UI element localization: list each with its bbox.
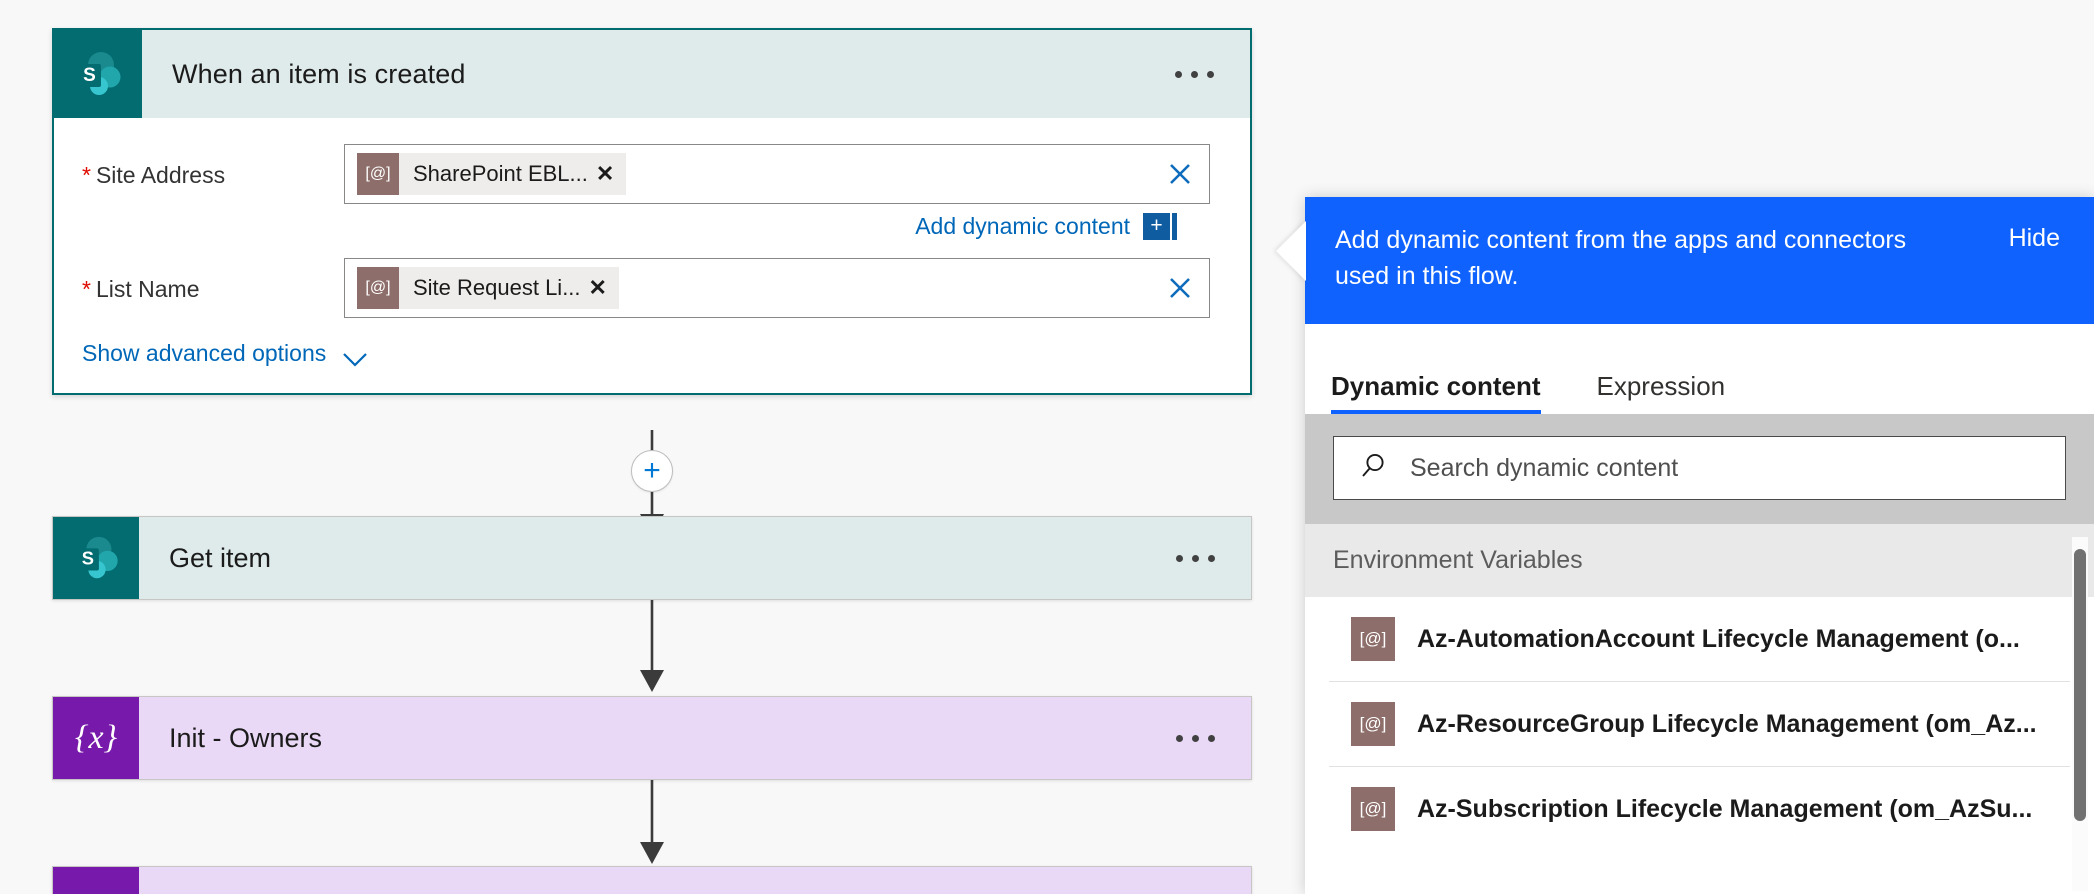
- list-item-label: Az-Subscription Lifecycle Management (om…: [1417, 795, 2032, 824]
- field-wrap-list-name: [@] Site Request Li... ✕: [344, 258, 1250, 318]
- token-label: Site Request Li...: [399, 275, 587, 301]
- dynamic-token-icon: [@]: [1351, 787, 1395, 831]
- dot-1: [1176, 735, 1183, 742]
- tab-expression[interactable]: Expression: [1597, 371, 1726, 414]
- token-remove-icon[interactable]: ✕: [594, 161, 626, 187]
- add-dynamic-content-link[interactable]: Add dynamic content: [915, 213, 1130, 240]
- list-item-label: Az-ResourceGroup Lifecycle Management (o…: [1417, 710, 2037, 739]
- step-card-title: [139, 867, 1251, 894]
- token-list-name[interactable]: [@] Site Request Li... ✕: [357, 267, 619, 309]
- list-name-clear-icon[interactable]: [1165, 273, 1195, 303]
- add-dynamic-content-plus-button[interactable]: +: [1143, 213, 1170, 240]
- variable-braces-icon: {x}: [53, 867, 139, 894]
- token-remove-icon[interactable]: ✕: [587, 275, 619, 301]
- plus-icon: +: [643, 457, 661, 485]
- list-item-label: Az-AutomationAccount Lifecycle Managemen…: [1417, 625, 2020, 654]
- step-card-more-menu[interactable]: [1176, 517, 1251, 599]
- step-card-title: Init - Owners: [139, 697, 1176, 779]
- panel-scrollbar-thumb[interactable]: [2074, 549, 2086, 821]
- form-row-list-name: * List Name [@] Site Request Li... ✕: [54, 240, 1250, 318]
- required-asterisk: *: [82, 162, 91, 187]
- connector-init-owners-to-next: [0, 780, 1300, 866]
- list-name-input[interactable]: [@] Site Request Li... ✕: [344, 258, 1210, 318]
- site-address-input[interactable]: [@] SharePoint EBL... ✕: [344, 144, 1210, 204]
- list-item[interactable]: [@] Az-AutomationAccount Lifecycle Manag…: [1329, 597, 2070, 682]
- trigger-card-more-menu[interactable]: [1175, 30, 1250, 118]
- token-site-address[interactable]: [@] SharePoint EBL... ✕: [357, 153, 626, 195]
- dynamic-content-panel: Add dynamic content from the apps and co…: [1305, 197, 2094, 894]
- variable-glyph: {x}: [75, 889, 117, 894]
- show-advanced-options-toggle[interactable]: Show advanced options: [54, 318, 1250, 367]
- panel-pointer-arrow: [1276, 221, 1306, 281]
- insert-step-button[interactable]: +: [631, 450, 673, 492]
- token-badge-icon: [@]: [357, 153, 399, 195]
- field-wrap-site-address: [@] SharePoint EBL... ✕: [344, 144, 1250, 240]
- svg-text:S: S: [83, 65, 96, 86]
- dynamic-token-icon: [@]: [1351, 617, 1395, 661]
- banner-hide-button[interactable]: Hide: [2009, 223, 2060, 253]
- label-list-name: * List Name: [54, 258, 344, 303]
- search-band: Search dynamic content: [1305, 414, 2094, 524]
- dynamic-content-tabs: Dynamic content Expression: [1305, 324, 2094, 414]
- group-header-environment-variables: Environment Variables: [1305, 524, 2094, 597]
- dynamic-token-icon: [@]: [1351, 702, 1395, 746]
- dot-3: [1207, 71, 1214, 78]
- label-list-name-text: List Name: [96, 276, 200, 303]
- required-asterisk: *: [82, 276, 91, 301]
- variable-glyph: {x}: [75, 719, 117, 757]
- sharepoint-icon: S: [53, 517, 139, 599]
- token-label: SharePoint EBL...: [399, 161, 594, 187]
- dot-3: [1208, 735, 1215, 742]
- list-item[interactable]: [@] Az-Subscription Lifecycle Management…: [1329, 767, 2070, 851]
- label-site-address-text: Site Address: [96, 162, 225, 189]
- dot-2: [1192, 735, 1199, 742]
- flow-canvas: S When an item is created * Site Address: [0, 0, 1300, 894]
- dot-2: [1192, 555, 1199, 562]
- add-dynamic-content-row: Add dynamic content +: [344, 213, 1210, 240]
- dot-3: [1208, 555, 1215, 562]
- dot-1: [1176, 555, 1183, 562]
- trigger-card-body: * Site Address [@] SharePoint EBL... ✕: [54, 118, 1250, 393]
- sharepoint-icon: S: [54, 30, 142, 118]
- trigger-card-header[interactable]: S When an item is created: [54, 30, 1250, 118]
- dot-1: [1175, 71, 1182, 78]
- panel-scrollbar[interactable]: [2072, 537, 2088, 891]
- banner-message: Add dynamic content from the apps and co…: [1335, 223, 1955, 294]
- site-address-clear-icon[interactable]: [1165, 159, 1195, 189]
- step-card-title: Get item: [139, 517, 1176, 599]
- search-icon: [1358, 451, 1388, 486]
- search-dynamic-content-input[interactable]: Search dynamic content: [1333, 436, 2066, 500]
- search-placeholder: Search dynamic content: [1410, 454, 1678, 483]
- trigger-card-when-an-item-is-created[interactable]: S When an item is created * Site Address: [52, 28, 1252, 395]
- dot-2: [1191, 71, 1198, 78]
- chevron-down-icon: [342, 346, 368, 361]
- connector-get-item-to-init-owners: [0, 600, 1300, 696]
- dynamic-content-list: [@] Az-AutomationAccount Lifecycle Manag…: [1305, 597, 2094, 851]
- tab-dynamic-content[interactable]: Dynamic content: [1331, 371, 1541, 414]
- step-card-more-menu[interactable]: [1176, 697, 1251, 779]
- variable-braces-icon: {x}: [53, 697, 139, 779]
- trigger-card-title: When an item is created: [142, 30, 1175, 118]
- svg-text:S: S: [82, 548, 94, 569]
- dynamic-content-banner: Add dynamic content from the apps and co…: [1305, 197, 2094, 324]
- app-root: S When an item is created * Site Address: [0, 0, 2094, 894]
- list-item[interactable]: [@] Az-ResourceGroup Lifecycle Managemen…: [1329, 682, 2070, 767]
- label-site-address: * Site Address: [54, 144, 344, 189]
- token-badge-icon: [@]: [357, 267, 399, 309]
- form-row-site-address: * Site Address [@] SharePoint EBL... ✕: [54, 118, 1250, 240]
- step-card-get-item[interactable]: S Get item: [52, 516, 1252, 600]
- step-card-init-owners[interactable]: {x} Init - Owners: [52, 696, 1252, 780]
- step-card-next-variable[interactable]: {x}: [52, 866, 1252, 894]
- show-advanced-options-label: Show advanced options: [82, 340, 326, 367]
